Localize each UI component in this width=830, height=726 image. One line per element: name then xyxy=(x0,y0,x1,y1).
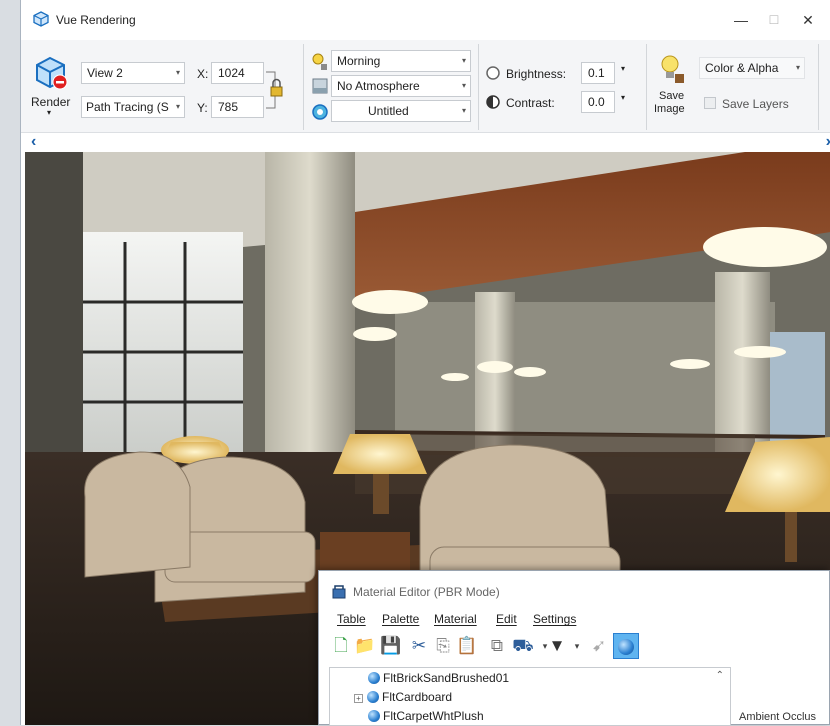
render-cube-icon xyxy=(36,56,68,90)
tree-item[interactable]: FltCarpetWhtPlush xyxy=(368,709,484,723)
toolbar-separator xyxy=(478,44,479,130)
chevron-down-icon[interactable]: ▾ xyxy=(565,633,589,659)
brightness-icon xyxy=(486,66,500,80)
sun-time-icon xyxy=(312,53,327,70)
renderer-select[interactable]: Path Tracing (S ▾ xyxy=(81,96,185,118)
save-icon[interactable]: 💾 xyxy=(379,633,403,659)
material-editor-toolbar: 🗋 📁 💾 ✂ ⎘ 📋 ⧉ ⛟ ▾ ▼ ▾ ➹ xyxy=(329,633,729,661)
tree-item-label: FltCardboard xyxy=(382,690,453,704)
time-of-day-select[interactable]: Morning ▾ xyxy=(331,50,471,72)
tree-item-label: FltCarpetWhtPlush xyxy=(383,709,484,723)
brightness-field[interactable]: 0.1 xyxy=(581,62,615,84)
render-toolbar: Render ▾ View 2 ▾ Path Tracing (S ▾ X: 1… xyxy=(21,40,830,133)
chevron-down-icon: ▾ xyxy=(461,81,466,90)
tree-item[interactable]: FltBrickSandBrushed01 xyxy=(368,671,509,685)
atmosphere-select[interactable]: No Atmosphere ▾ xyxy=(331,75,471,97)
chevron-down-icon: ▾ xyxy=(175,102,180,111)
render-label: Render xyxy=(31,95,71,109)
tree-scroll-up[interactable]: ⌃ xyxy=(716,670,724,681)
scene-icon xyxy=(312,104,328,120)
tree-item-label: FltBrickSandBrushed01 xyxy=(383,671,510,685)
menu-table[interactable]: Table xyxy=(337,612,366,626)
material-tree[interactable]: FltBrickSandBrushed01 + FltCardboard FltC… xyxy=(329,667,731,726)
chevron-down-icon: ▾ xyxy=(461,56,466,65)
height-field[interactable]: 785 xyxy=(211,96,264,118)
save-layers-checkbox[interactable] xyxy=(704,97,716,109)
menu-edit[interactable]: Edit xyxy=(496,612,517,626)
material-sphere-icon xyxy=(368,672,380,684)
material-sphere-icon xyxy=(367,691,379,703)
window-title: Vue Rendering xyxy=(56,13,136,27)
brightness-spin-arrow[interactable]: ▾ xyxy=(621,64,625,73)
maximize-button[interactable]: ☐ xyxy=(759,8,789,32)
title-bar[interactable]: Vue Rendering — ☐ ✕ xyxy=(21,0,830,40)
renderer-select-value: Path Tracing (S xyxy=(86,100,169,114)
material-sphere-icon xyxy=(368,710,380,722)
toolbar-separator xyxy=(818,44,819,130)
contrast-spin-arrow[interactable]: ▾ xyxy=(621,93,625,102)
save-image-button[interactable]: Save Image xyxy=(649,52,695,128)
atmosphere-value: No Atmosphere xyxy=(337,79,420,93)
new-file-icon[interactable]: 🗋 xyxy=(329,633,353,659)
open-folder-icon[interactable]: 📁 xyxy=(353,633,377,659)
width-field[interactable]: 1024 xyxy=(211,62,264,84)
render-dropdown-arrow[interactable]: ▾ xyxy=(47,108,51,117)
cut-icon[interactable]: ✂ xyxy=(407,633,431,659)
tree-item[interactable]: + FltCardboard xyxy=(354,690,452,704)
expand-icon[interactable]: + xyxy=(354,694,363,703)
aspect-lock-icon[interactable] xyxy=(265,68,289,114)
lightbulb-save-icon xyxy=(661,55,684,83)
toolbar-separator xyxy=(646,44,647,130)
x-label: X: xyxy=(197,67,209,81)
menu-palette[interactable]: Palette xyxy=(382,612,419,626)
material-editor-title: Material Editor (PBR Mode) xyxy=(353,585,500,599)
contrast-label: Contrast: xyxy=(506,96,555,110)
minimize-button[interactable]: — xyxy=(726,8,756,32)
atmosphere-icon xyxy=(312,78,328,94)
duplicate-icon[interactable]: ⧉ xyxy=(485,633,509,659)
y-label: Y: xyxy=(197,101,208,115)
chevron-down-icon: ▾ xyxy=(461,106,466,115)
view-select-value: View 2 xyxy=(87,66,123,80)
output-mode-value: Color & Alpha xyxy=(705,61,779,75)
menu-settings[interactable]: Settings xyxy=(533,612,576,626)
preview-sphere-icon[interactable] xyxy=(613,633,639,659)
material-editor-icon xyxy=(332,585,346,599)
toolbar-scroll-strip: ‹ › xyxy=(21,133,830,152)
vue-app-icon xyxy=(33,11,49,27)
render-button[interactable]: Render ▾ xyxy=(29,56,75,126)
output-mode-select[interactable]: Color & Alpha ▾ xyxy=(699,57,805,79)
contrast-field[interactable]: 0.0 xyxy=(581,91,615,113)
brightness-label: Brightness: xyxy=(506,67,567,81)
material-editor-window[interactable]: Material Editor (PBR Mode) Table Palette… xyxy=(318,570,830,726)
assign-material-icon[interactable]: ⛟ xyxy=(511,633,535,659)
scroll-left-button[interactable]: ‹ xyxy=(31,133,36,151)
time-of-day-value: Morning xyxy=(337,54,381,68)
scene-select-value: Untitled xyxy=(368,104,409,118)
save-layers-label: Save Layers xyxy=(722,97,789,111)
close-button[interactable]: ✕ xyxy=(793,8,823,32)
chevron-down-icon: ▾ xyxy=(175,68,180,77)
ambient-occlusion-label: Ambient Occlus xyxy=(739,711,817,723)
material-editor-menubar: Table Palette Material Edit Settings xyxy=(319,609,830,629)
view-select[interactable]: View 2 ▾ xyxy=(81,62,185,84)
save-label: Save xyxy=(659,90,685,102)
paste-icon[interactable]: 📋 xyxy=(455,633,479,659)
pick-material-icon[interactable]: ➹ xyxy=(587,633,611,659)
scene-select[interactable]: Untitled ▾ xyxy=(331,100,471,122)
menu-material[interactable]: Material xyxy=(434,612,477,626)
scroll-right-button[interactable]: › xyxy=(826,133,830,151)
contrast-icon xyxy=(486,95,500,109)
copy-icon[interactable]: ⎘ xyxy=(431,633,455,659)
image-label: Image xyxy=(654,103,685,115)
toolbar-separator xyxy=(303,44,304,130)
chevron-down-icon: ▾ xyxy=(795,63,800,72)
